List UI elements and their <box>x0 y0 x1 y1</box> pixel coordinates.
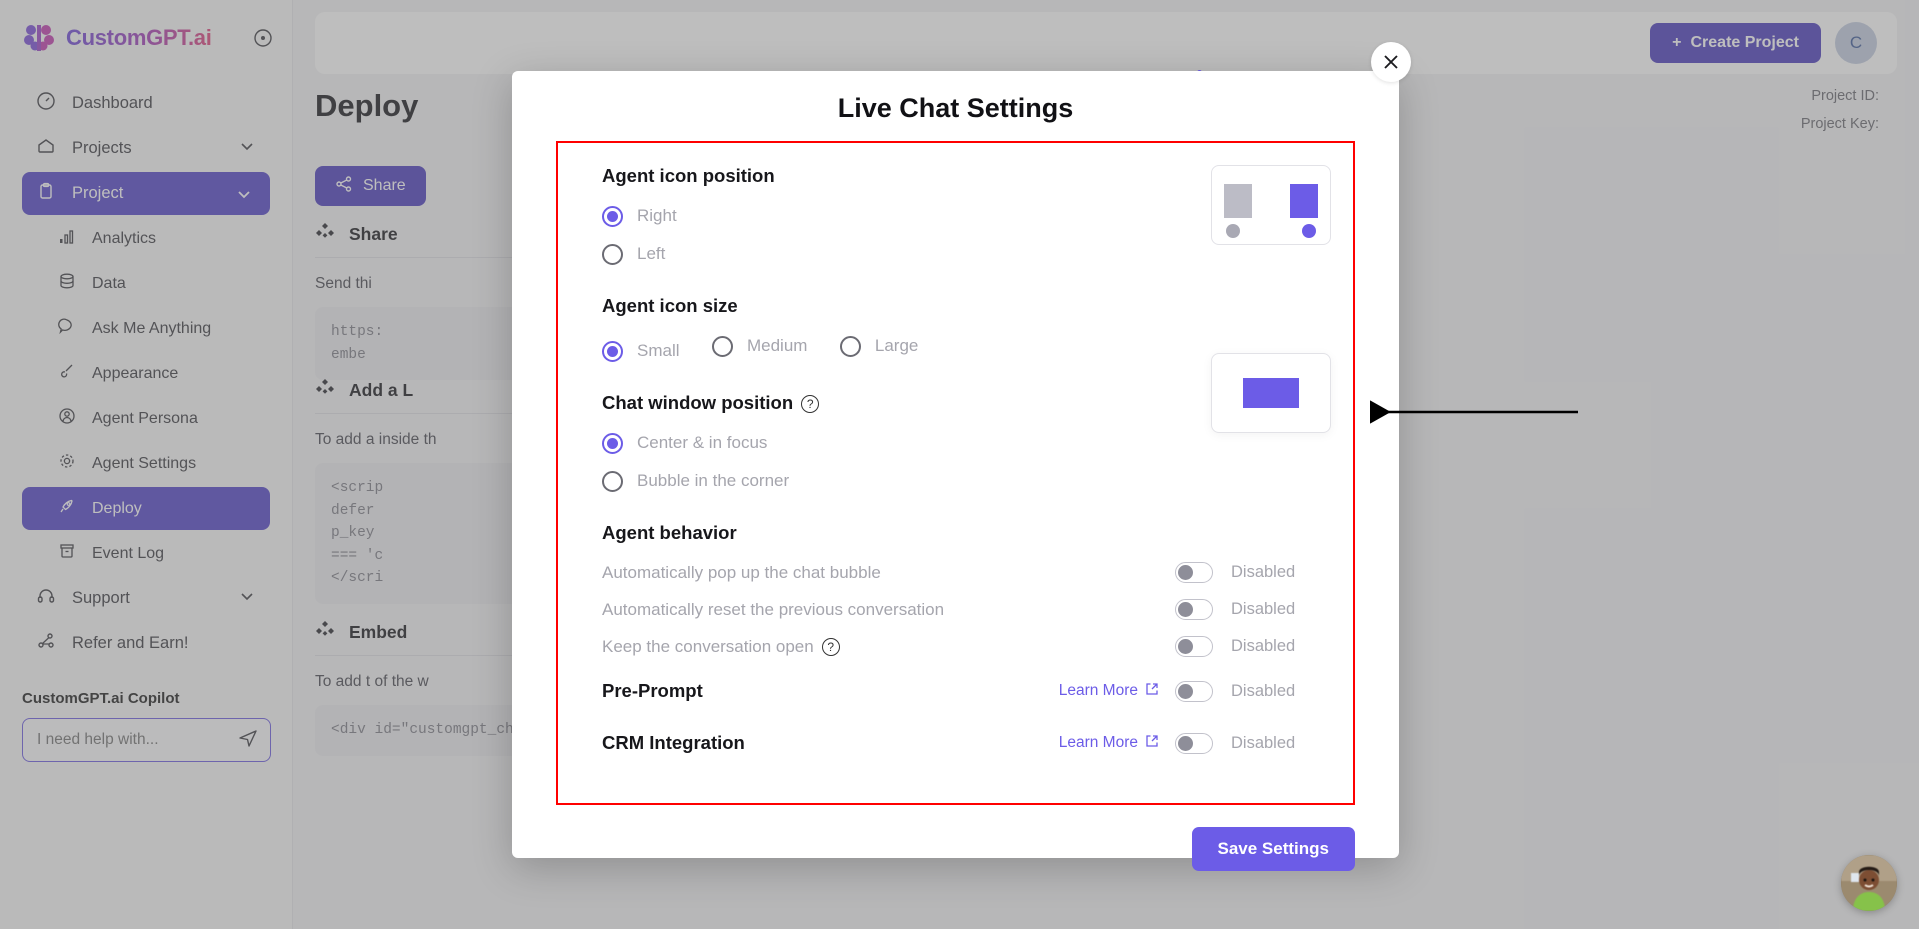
agent-icon-position-preview <box>1211 165 1331 245</box>
preview-right-window <box>1290 184 1318 218</box>
support-agent-avatar <box>1841 855 1897 911</box>
behavior-row-crm: CRM Integration Learn More Disabled <box>602 717 1319 769</box>
save-settings-button[interactable]: Save Settings <box>1191 827 1355 871</box>
external-link-icon <box>1145 734 1159 753</box>
toggle-state-label: Disabled <box>1231 563 1296 581</box>
learn-more-label: Learn More <box>1058 682 1138 699</box>
behavior-label-text: Keep the conversation open <box>602 636 814 656</box>
toggle-autopopup[interactable] <box>1175 562 1213 583</box>
chat-window-position-label: Chat window position <box>602 392 794 413</box>
radio-label: Right <box>637 206 677 225</box>
toggle-crm[interactable] <box>1175 732 1213 754</box>
radio-agent-size-large[interactable]: Large <box>839 327 919 365</box>
settings-highlight-region: Agent icon position Right Left Agent ico… <box>556 141 1355 805</box>
screen-root: CustomGPT.ai Dashboard Projects Project … <box>0 0 1919 929</box>
close-icon <box>1384 55 1398 69</box>
preview-right-bubble <box>1302 224 1316 238</box>
external-link-icon <box>1145 682 1159 701</box>
radio-indicator <box>839 335 861 357</box>
radio-indicator <box>602 243 623 265</box>
behavior-row-autopopup: Automatically pop up the chat bubble Dis… <box>602 554 1319 591</box>
behavior-label: Pre-Prompt <box>602 680 703 701</box>
radio-indicator <box>602 205 623 227</box>
pre-prompt-learn-more-link[interactable]: Learn More <box>1059 682 1159 701</box>
toggle-pre-prompt[interactable] <box>1175 680 1213 702</box>
preview-left-bubble <box>1226 224 1240 238</box>
chat-window-position-preview <box>1211 353 1331 433</box>
live-chat-settings-modal: Live Chat Settings Agent icon position R… <box>512 71 1399 871</box>
question-mark-icon[interactable]: ? <box>801 395 820 414</box>
behavior-row-pre-prompt: Pre-Prompt Learn More Disabled <box>602 665 1319 717</box>
behavior-label: Keep the conversation open? <box>602 637 1175 657</box>
behavior-label: CRM Integration <box>602 732 745 753</box>
modal-title: Live Chat Settings <box>837 93 1074 123</box>
radio-label: Large <box>874 336 919 355</box>
support-chat-widget[interactable] <box>1841 855 1897 911</box>
toggle-state-label: Disabled <box>1231 600 1296 618</box>
left-arrow-annotation <box>1370 400 1578 424</box>
toggle-autoreset[interactable] <box>1175 599 1213 620</box>
radio-indicator <box>711 335 733 357</box>
radio-chat-position-bubble[interactable]: Bubble in the corner <box>602 462 1319 500</box>
radio-agent-size-medium[interactable]: Medium <box>711 327 808 365</box>
agent-behavior-title: Agent behavior <box>602 522 737 543</box>
radio-label: Medium <box>746 336 808 355</box>
preview-center-window <box>1243 378 1299 408</box>
close-modal-button[interactable] <box>1371 42 1411 82</box>
toggle-keep-open[interactable] <box>1175 636 1213 657</box>
learn-more-label: Learn More <box>1058 734 1138 751</box>
behavior-label: Automatically pop up the chat bubble <box>602 562 881 582</box>
behavior-row-keep-open: Keep the conversation open? Disabled <box>602 628 1319 665</box>
behavior-label: Automatically reset the previous convers… <box>602 599 945 619</box>
radio-indicator <box>602 340 623 362</box>
radio-indicator <box>602 432 623 454</box>
question-mark-icon[interactable]: ? <box>821 638 840 657</box>
radio-indicator <box>602 470 623 492</box>
modal-footer: Save Settings <box>556 805 1355 871</box>
radio-label: Small <box>637 341 680 360</box>
radio-agent-size-small[interactable]: Small <box>602 332 680 370</box>
radio-label: Bubble in the corner <box>637 471 790 490</box>
toggle-state-label: Disabled <box>1231 681 1296 700</box>
agent-icon-size-title: Agent icon size <box>602 295 738 316</box>
radio-label: Center & in focus <box>637 433 768 452</box>
behavior-row-autoreset: Automatically reset the previous convers… <box>602 591 1319 628</box>
toggle-state-label: Disabled <box>1231 733 1296 752</box>
preview-left-window <box>1224 184 1252 218</box>
crm-learn-more-link[interactable]: Learn More <box>1059 734 1159 753</box>
radio-label: Left <box>637 244 666 263</box>
toggle-state-label: Disabled <box>1231 637 1296 655</box>
radio-chat-position-center[interactable]: Center & in focus <box>602 424 1319 462</box>
